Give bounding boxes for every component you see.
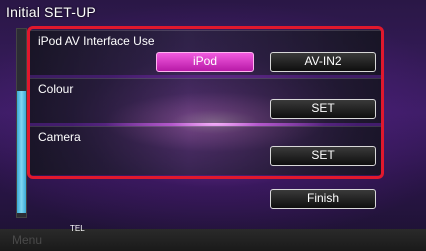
highlight-frame xyxy=(27,26,384,179)
page-title: Initial SET-UP xyxy=(6,4,96,20)
finish-button[interactable]: Finish xyxy=(270,189,376,209)
scroll-thumb[interactable] xyxy=(17,91,26,213)
menu-button[interactable]: Menu xyxy=(12,233,42,247)
tel-button[interactable]: TEL xyxy=(70,224,85,233)
bottom-bar xyxy=(0,229,426,251)
scrollbar[interactable] xyxy=(16,28,27,218)
